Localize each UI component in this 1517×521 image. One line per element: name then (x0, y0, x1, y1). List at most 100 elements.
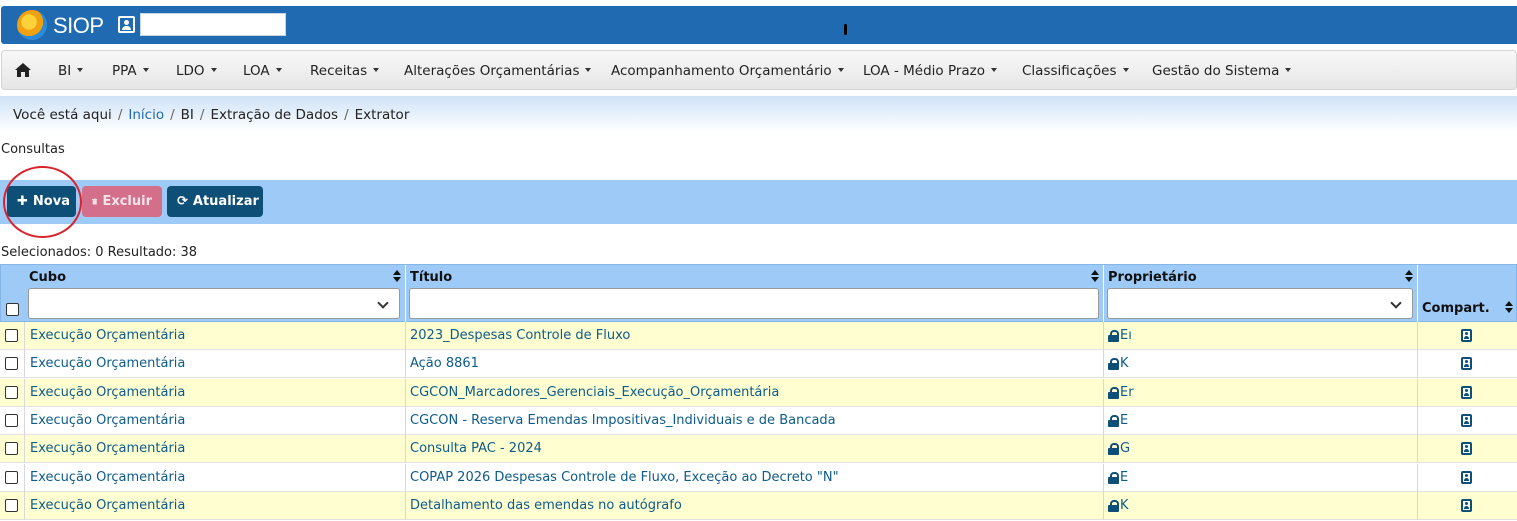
cell-proprietario: E (1120, 412, 1129, 428)
table-row[interactable]: Execução Orçamentária Detalhamento das em… (0, 491, 1517, 520)
breadcrumb-separator: / (170, 107, 175, 123)
row-checkbox[interactable] (5, 385, 18, 399)
column-divider (1417, 350, 1418, 379)
caret-down-icon (837, 68, 844, 72)
sort-icon[interactable] (1405, 270, 1413, 283)
shared-user-icon[interactable] (1461, 470, 1472, 484)
menu-item-bi[interactable]: BI (58, 63, 84, 79)
titulo-filter-input[interactable] (409, 288, 1099, 319)
sort-icon[interactable] (393, 270, 401, 283)
user-icon[interactable] (118, 16, 135, 33)
cell-proprietario: E (1120, 469, 1129, 485)
sort-icon[interactable] (1091, 270, 1099, 283)
cell-cubo[interactable]: Execução Orçamentária (30, 385, 185, 400)
column-divider (405, 491, 406, 520)
column-divider (405, 350, 406, 379)
action-toolbar: ✚ Nova Excluir ⟳ Atualizar (0, 180, 1517, 224)
logo-text[interactable]: SIOP (53, 13, 104, 39)
shared-user-icon[interactable] (1461, 385, 1472, 399)
cubo-filter-select[interactable] (28, 288, 400, 319)
breadcrumb-home-link[interactable]: Início (128, 107, 164, 123)
shared-user-icon[interactable] (1461, 413, 1472, 427)
table-row[interactable]: Execução Orçamentária 2023_Despesas Contr… (0, 322, 1517, 350)
table-row[interactable]: Execução Orçamentária COPAP 2026 Despesas… (0, 463, 1517, 492)
menu-item-classificacoes[interactable]: Classificações (1022, 63, 1129, 79)
column-divider (1417, 378, 1418, 407)
menu-item-acompanhamento[interactable]: Acompanhamento Orçamentário (611, 63, 844, 79)
row-checkbox[interactable] (5, 470, 18, 484)
breadcrumb-separator: / (344, 107, 349, 123)
menu-item-ldo[interactable]: LDO (176, 63, 217, 79)
shared-user-icon[interactable] (1461, 329, 1472, 342)
cell-cubo[interactable]: Execução Orçamentária (30, 441, 185, 456)
cell-titulo[interactable]: 2023_Despesas Controle de Fluxo (410, 328, 630, 343)
cell-titulo[interactable]: Consulta PAC - 2024 (410, 441, 542, 456)
column-divider (1103, 491, 1104, 520)
cell-cubo[interactable]: Execução Orçamentária (30, 470, 185, 485)
home-icon[interactable] (14, 62, 32, 78)
atualizar-button[interactable]: ⟳ Atualizar (167, 186, 263, 217)
shared-user-icon[interactable] (1461, 357, 1472, 371)
sort-icon[interactable] (1505, 301, 1513, 314)
cell-titulo[interactable]: Detalhamento das emendas no autógrafo (410, 498, 682, 513)
cell-titulo[interactable]: COPAP 2026 Despesas Controle de Fluxo, E… (410, 470, 839, 485)
row-checkbox[interactable] (5, 442, 18, 456)
column-divider (24, 350, 25, 379)
breadcrumb-item-bi: BI (180, 107, 194, 123)
column-divider (405, 435, 406, 464)
caret-down-icon (585, 68, 592, 72)
cell-cubo[interactable]: Execução Orçamentária (30, 328, 185, 343)
cell-cubo[interactable]: Execução Orçamentária (30, 356, 185, 371)
cell-titulo[interactable]: CGCON - Reserva Emendas Impositivas_Indi… (410, 413, 836, 428)
menu-item-receitas[interactable]: Receitas (310, 63, 380, 79)
table-row[interactable]: Execução Orçamentária Ação 8861 K (0, 350, 1517, 379)
cell-cubo[interactable]: Execução Orçamentária (30, 498, 185, 513)
menu-item-loa-medio-prazo[interactable]: LOA - Médio Prazo (863, 63, 998, 79)
row-checkbox[interactable] (5, 413, 18, 427)
row-checkbox[interactable] (5, 357, 18, 371)
breadcrumb: Você está aqui / Início / BI / Extração de Dad… (0, 96, 1517, 132)
table-row[interactable]: Execução Orçamentária CGCON_Marcadores_Ge… (0, 378, 1517, 407)
refresh-icon: ⟳ (177, 194, 188, 209)
cell-cubo[interactable]: Execução Orçamentária (30, 413, 185, 428)
column-titulo: Título (406, 265, 1104, 323)
column-divider (24, 463, 25, 492)
excluir-button-label: Excluir (102, 194, 152, 209)
column-divider (24, 406, 25, 435)
column-proprietario-header[interactable]: Proprietário (1108, 270, 1197, 285)
user-field[interactable] (140, 13, 286, 36)
menu-item-loa[interactable]: LOA (243, 63, 282, 79)
row-checkbox[interactable] (5, 329, 18, 342)
column-divider (1417, 406, 1418, 435)
lock-icon (1108, 443, 1119, 456)
breadcrumb-item-extracao: Extração de Dados (210, 107, 339, 123)
siop-logo-icon[interactable] (17, 10, 47, 40)
caret-down-icon (373, 68, 380, 72)
main-menu: BI PPA LDO LOA Receitas Alterações Orçam… (1, 50, 1517, 90)
row-checkbox[interactable] (5, 498, 18, 512)
menu-item-label: Alterações Orçamentárias (404, 63, 580, 79)
caret-down-icon (210, 68, 217, 72)
excluir-button[interactable]: Excluir (82, 186, 162, 217)
cell-titulo[interactable]: Ação 8861 (410, 356, 479, 371)
menu-item-gestao-sistema[interactable]: Gestão do Sistema (1152, 63, 1292, 79)
select-all-checkbox[interactable] (6, 303, 19, 316)
column-divider (405, 406, 406, 435)
table-row[interactable]: Execução Orçamentária Consulta PAC - 2024… (0, 435, 1517, 464)
lock-icon (1108, 499, 1119, 512)
menu-item-label: Classificações (1022, 63, 1117, 79)
table-row[interactable]: Execução Orçamentária CGCON - Reserva Eme… (0, 406, 1517, 435)
lock-icon (1108, 414, 1119, 427)
column-titulo-header[interactable]: Título (410, 270, 452, 285)
shared-user-icon[interactable] (1461, 498, 1472, 512)
column-compart-header[interactable]: Compart. (1422, 301, 1490, 316)
menu-item-ppa[interactable]: PPA (112, 63, 149, 79)
column-divider (1103, 435, 1104, 464)
cell-titulo[interactable]: CGCON_Marcadores_Gerenciais_Execução_Orç… (410, 385, 779, 400)
trash-icon (92, 198, 98, 205)
proprietario-filter-select[interactable] (1107, 288, 1413, 319)
shared-user-icon[interactable] (1461, 442, 1472, 456)
column-cubo-header[interactable]: Cubo (29, 270, 66, 285)
menu-item-alteracoes[interactable]: Alterações Orçamentárias (404, 63, 592, 79)
column-divider (1417, 322, 1418, 350)
